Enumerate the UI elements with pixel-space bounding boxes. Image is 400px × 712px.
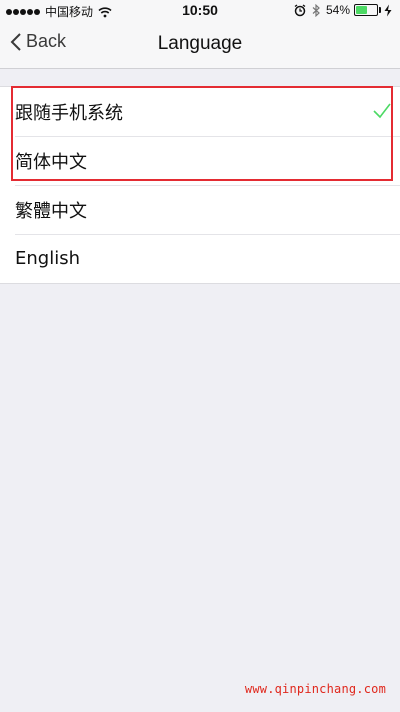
status-bar: 中国移动 10:50 54% <box>0 0 400 20</box>
watermark: www.qinpinchang.com <box>244 682 386 696</box>
battery-percent: 54% <box>325 3 350 17</box>
status-right: 54% <box>294 3 394 17</box>
bluetooth-icon <box>312 3 320 17</box>
page-title: Language <box>157 33 243 54</box>
language-option-traditional-chinese[interactable]: 繁體中文 <box>0 185 400 234</box>
language-option-english[interactable]: English <box>0 234 400 283</box>
language-option-simplified-chinese[interactable]: 简体中文 <box>0 136 400 185</box>
battery-fill <box>356 6 367 14</box>
language-option-follow-system[interactable]: 跟随手机系统 <box>0 87 400 136</box>
language-option-label: English <box>15 248 80 269</box>
alarm-icon <box>294 3 306 16</box>
checkmark-icon <box>373 103 391 119</box>
language-option-label: 简体中文 <box>15 151 87 173</box>
battery-icon <box>354 4 381 16</box>
language-option-label: 繁體中文 <box>15 200 87 222</box>
charging-icon <box>384 4 392 16</box>
language-option-label: 跟随手机系统 <box>15 102 123 124</box>
navigation-bar: Back Language <box>0 20 400 69</box>
language-list: 跟随手机系统 简体中文 繁體中文 English <box>0 86 400 284</box>
